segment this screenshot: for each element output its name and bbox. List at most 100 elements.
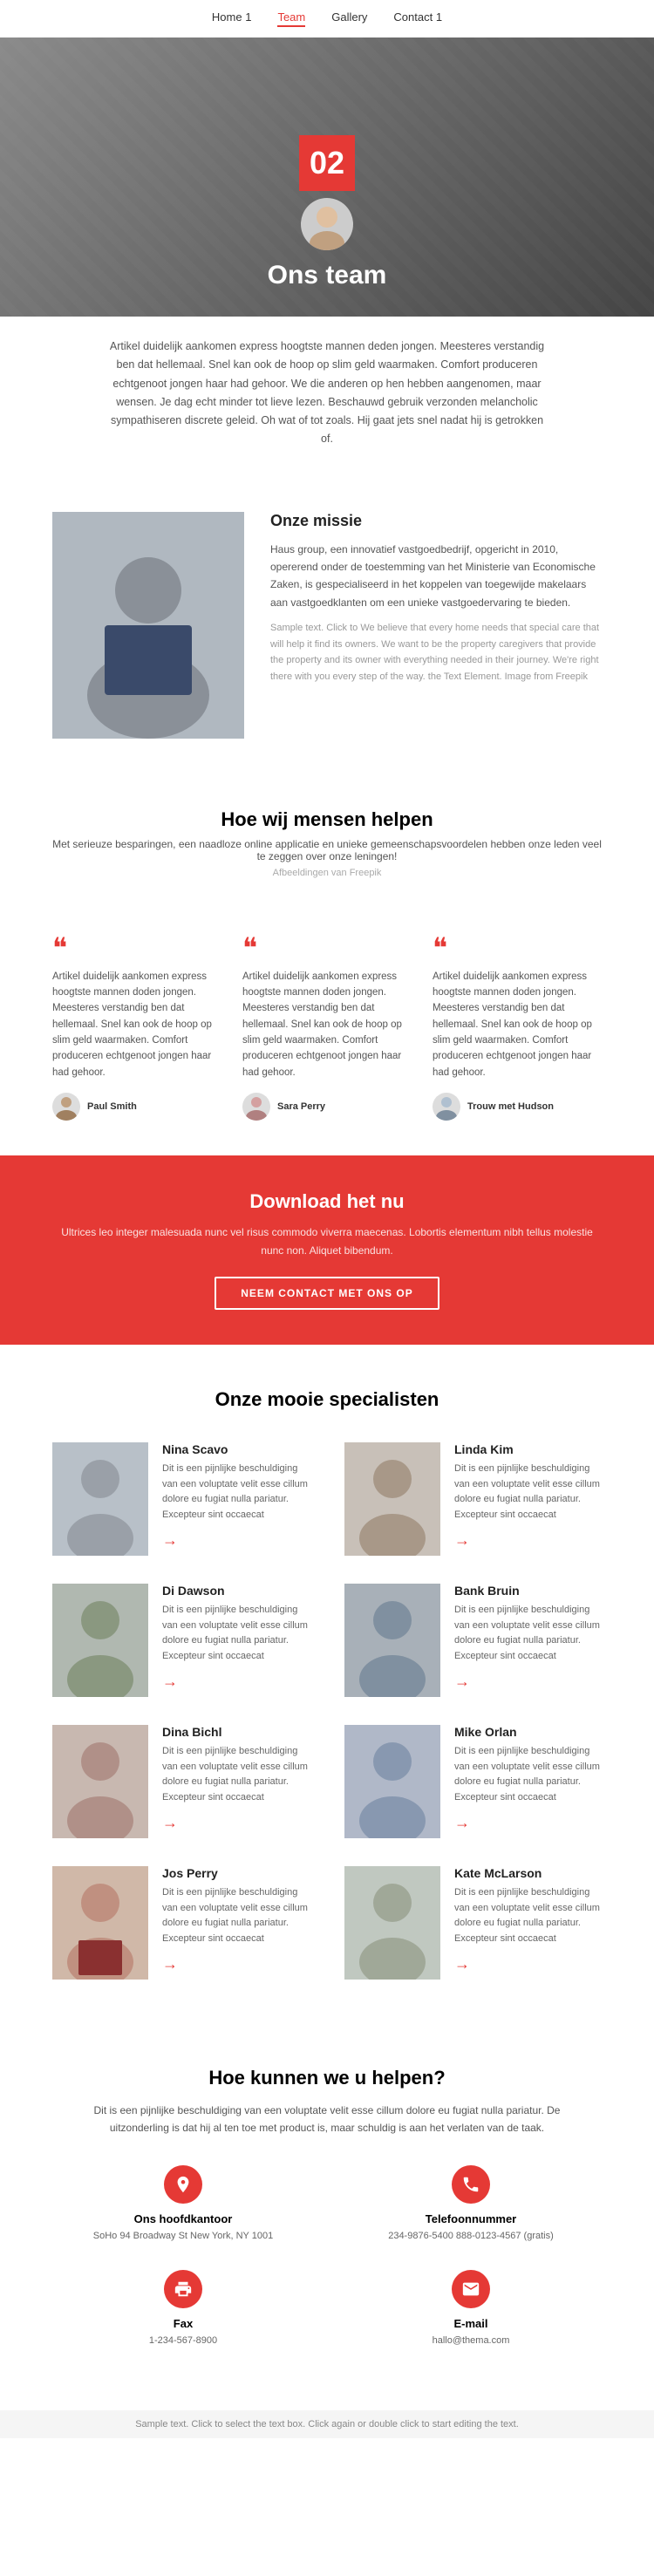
help-heading: Hoe kunnen we u helpen?	[52, 2067, 602, 2089]
specialists-grid: Nina Scavo Dit is een pijnlijke beschuld…	[52, 1442, 602, 1980]
specialist-1: Linda Kim Dit is een pijnlijke beschuldi…	[344, 1442, 602, 1556]
testi-name-2: Trouw met Hudson	[467, 1101, 554, 1112]
cta-section: Download het nu Ultrices leo integer mal…	[0, 1155, 654, 1345]
specialist-img-3	[344, 1584, 440, 1697]
specialist-3: Bank Bruin Dit is een pijnlijke beschuld…	[344, 1584, 602, 1697]
specialist-img-0	[52, 1442, 148, 1556]
location-icon	[164, 2165, 202, 2204]
specialist-img-6	[52, 1866, 148, 1980]
specialist-7: Kate McLarson Dit is een pijnlijke besch…	[344, 1866, 602, 1980]
specialists-heading: Onze mooie specialisten	[52, 1388, 602, 1411]
testimonial-0: ❝ Artikel duidelijk aankomen express hoo…	[52, 934, 221, 1121]
help-title-3: E-mail	[340, 2317, 602, 2330]
specialist-desc-0: Dit is een pijnlijke beschuldiging van e…	[162, 1462, 310, 1523]
specialist-arrow-0[interactable]: →	[162, 1531, 310, 1550]
specialist-name-5: Mike Orlan	[454, 1725, 602, 1739]
specialist-img-1	[344, 1442, 440, 1556]
nav-team[interactable]: Team	[277, 10, 305, 27]
testimonials-container: ❝ Artikel duidelijk aankomen express hoo…	[0, 934, 654, 1156]
specialist-img-2	[52, 1584, 148, 1697]
mission-section: Onze missie Haus group, een innovatief v…	[0, 477, 654, 773]
mission-heading: Onze missie	[270, 512, 602, 530]
how-heading: Hoe wij mensen helpen	[52, 808, 602, 831]
testi-text-2: Artikel duidelijk aankomen express hoogt…	[433, 969, 602, 1081]
specialist-name-3: Bank Bruin	[454, 1584, 602, 1598]
how-sub: Met serieuze besparingen, een naadloze o…	[52, 838, 602, 862]
quote-icon-2: ❝	[433, 934, 602, 962]
email-icon	[452, 2270, 490, 2308]
help-title-1: Telefoonnummer	[340, 2212, 602, 2225]
specialist-desc-2: Dit is een pijnlijke beschuldiging van e…	[162, 1603, 310, 1664]
specialist-0: Nina Scavo Dit is een pijnlijke beschuld…	[52, 1442, 310, 1556]
testimonial-2: ❝ Artikel duidelijk aankomen express hoo…	[433, 934, 602, 1121]
hero-title: Ons team	[268, 261, 387, 290]
testi-text-1: Artikel duidelijk aankomen express hoogt…	[242, 969, 412, 1081]
nav-gallery[interactable]: Gallery	[331, 10, 367, 27]
specialist-name-2: Di Dawson	[162, 1584, 310, 1598]
sample-bar: Sample text. Click to select the text bo…	[0, 2410, 654, 2438]
specialist-name-7: Kate McLarson	[454, 1866, 602, 1880]
help-detail-1: 234-9876-5400 888-0123-4567 (gratis)	[340, 2229, 602, 2245]
help-title-2: Fax	[52, 2317, 314, 2330]
mission-sample: Sample text. Click to We believe that ev…	[270, 620, 602, 685]
specialist-6: Jos Perry Dit is een pijnlijke beschuldi…	[52, 1866, 310, 1980]
specialist-img-4	[52, 1725, 148, 1838]
help-item-2: Fax 1-234-567-8900	[52, 2270, 314, 2349]
how-section: Hoe wij mensen helpen Met serieuze bespa…	[0, 773, 654, 934]
specialist-name-4: Dina Bichl	[162, 1725, 310, 1739]
help-item-1: Telefoonnummer 234-9876-5400 888-0123-45…	[340, 2165, 602, 2245]
specialist-5: Mike Orlan Dit is een pijnlijke beschuld…	[344, 1725, 602, 1838]
help-title-0: Ons hoofdkantoor	[52, 2212, 314, 2225]
specialist-arrow-3[interactable]: →	[454, 1673, 602, 1691]
specialist-desc-4: Dit is een pijnlijke beschuldiging van e…	[162, 1744, 310, 1805]
testi-avatar-1	[242, 1093, 270, 1121]
help-grid: Ons hoofdkantoor SoHo 94 Broadway St New…	[52, 2165, 602, 2367]
testi-name-1: Sara Perry	[277, 1101, 325, 1112]
specialist-arrow-6[interactable]: →	[162, 1955, 310, 1973]
cta-button[interactable]: NEEM CONTACT MET ONS OP	[215, 1277, 439, 1310]
hero-number: 02	[299, 135, 355, 191]
hero-section: 02 Ons team	[0, 37, 654, 317]
testi-avatar-0	[52, 1093, 80, 1121]
fax-icon	[164, 2270, 202, 2308]
specialist-arrow-2[interactable]: →	[162, 1673, 310, 1691]
specialist-4: Dina Bichl Dit is een pijnlijke beschuld…	[52, 1725, 310, 1838]
phone-icon	[452, 2165, 490, 2204]
cta-heading: Download het nu	[52, 1190, 602, 1213]
nav-contact[interactable]: Contact 1	[393, 10, 442, 27]
specialist-desc-7: Dit is een pijnlijke beschuldiging van e…	[454, 1885, 602, 1946]
specialist-name-1: Linda Kim	[454, 1442, 602, 1456]
specialist-name-0: Nina Scavo	[162, 1442, 310, 1456]
specialists-section: Onze mooie specialisten Nina Scavo Dit i…	[0, 1345, 654, 2023]
specialist-arrow-4[interactable]: →	[162, 1814, 310, 1832]
specialist-desc-5: Dit is een pijnlijke beschuldiging van e…	[454, 1744, 602, 1805]
help-detail-2: 1-234-567-8900	[52, 2334, 314, 2349]
specialist-arrow-1[interactable]: →	[454, 1531, 602, 1550]
main-nav: Home 1 Team Gallery Contact 1	[0, 0, 654, 37]
testimonial-1: ❝ Artikel duidelijk aankomen express hoo…	[242, 934, 412, 1121]
help-detail-3: hallo@thema.com	[340, 2334, 602, 2349]
specialist-arrow-5[interactable]: →	[454, 1814, 602, 1832]
help-section: Hoe kunnen we u helpen? Dit is een pijnl…	[0, 2023, 654, 2393]
specialist-2: Di Dawson Dit is een pijnlijke beschuldi…	[52, 1584, 310, 1697]
cta-body: Ultrices leo integer malesuada nunc vel …	[52, 1223, 602, 1259]
specialist-arrow-7[interactable]: →	[454, 1955, 602, 1973]
help-item-0: Ons hoofdkantoor SoHo 94 Broadway St New…	[52, 2165, 314, 2245]
mission-image	[52, 512, 244, 739]
specialist-img-7	[344, 1866, 440, 1980]
specialist-desc-1: Dit is een pijnlijke beschuldiging van e…	[454, 1462, 602, 1523]
testi-name-0: Paul Smith	[87, 1101, 137, 1112]
help-detail-0: SoHo 94 Broadway St New York, NY 1001	[52, 2229, 314, 2245]
quote-icon-0: ❝	[52, 934, 221, 962]
help-body: Dit is een pijnlijke beschuldiging van e…	[92, 2102, 562, 2137]
specialist-name-6: Jos Perry	[162, 1866, 310, 1880]
nav-home[interactable]: Home 1	[212, 10, 252, 27]
help-item-3: E-mail hallo@thema.com	[340, 2270, 602, 2349]
hero-body: Artikel duidelijk aankomen express hoogt…	[0, 317, 654, 477]
testi-text-0: Artikel duidelijk aankomen express hoogt…	[52, 969, 221, 1081]
specialist-desc-3: Dit is een pijnlijke beschuldiging van e…	[454, 1603, 602, 1664]
hero-avatar	[301, 198, 353, 250]
specialist-img-5	[344, 1725, 440, 1838]
quote-icon-1: ❝	[242, 934, 412, 962]
testi-avatar-2	[433, 1093, 460, 1121]
